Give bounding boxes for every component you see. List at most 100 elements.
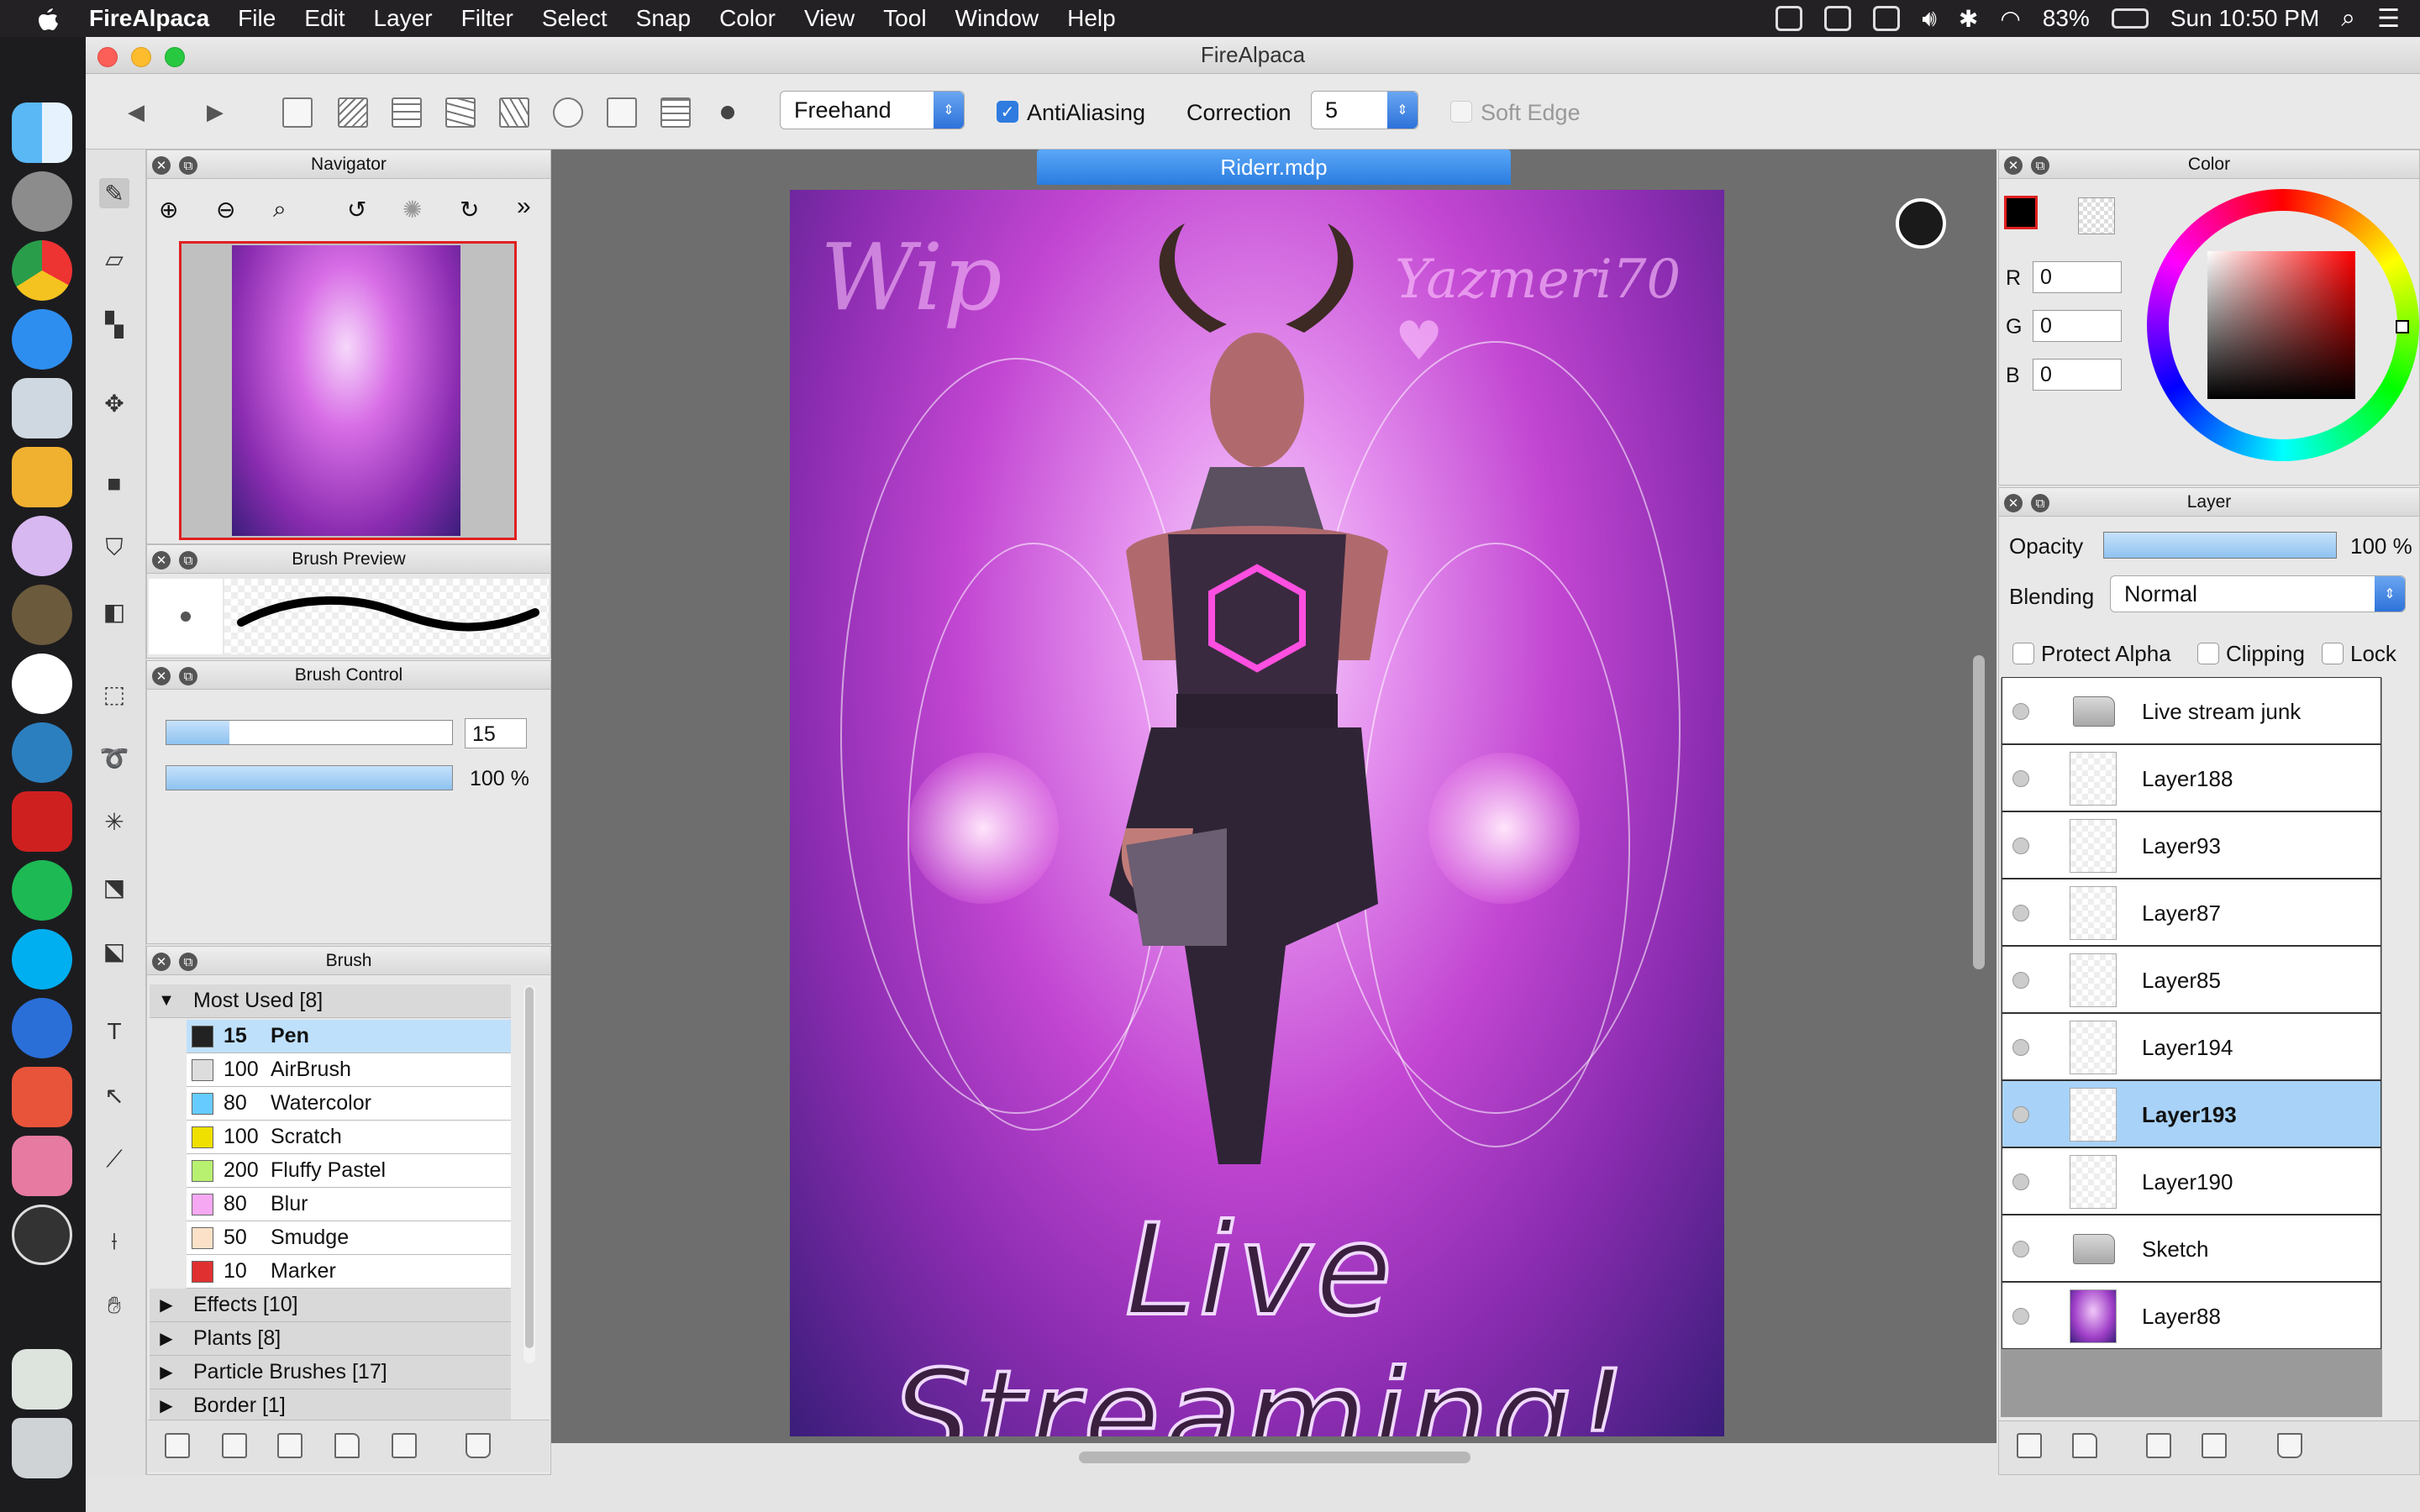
close-icon[interactable]: ✕: [152, 953, 171, 971]
app-menu[interactable]: FireAlpaca: [89, 5, 209, 32]
brush-group[interactable]: ▶ Particle Brushes [17]: [150, 1356, 511, 1389]
rotate-left-icon[interactable]: ↺: [347, 196, 366, 223]
finder-icon[interactable]: [12, 102, 72, 163]
layer-folder-row[interactable]: Sketch: [2002, 1215, 2381, 1282]
brush-size-field[interactable]: 15: [465, 718, 527, 748]
gradient-tool-icon[interactable]: ◧: [99, 596, 129, 627]
g-field[interactable]: 0: [2033, 310, 2122, 342]
soft-edge-checkbox[interactable]: [1450, 101, 1472, 123]
photo-app-icon[interactable]: [12, 1067, 72, 1127]
close-icon[interactable]: ✕: [152, 667, 171, 685]
upload-app-icon[interactable]: [12, 791, 72, 852]
eyedropper-tool-icon[interactable]: ⟊: [99, 1226, 129, 1257]
menu-select[interactable]: Select: [542, 5, 608, 32]
snap-grid-icon[interactable]: [392, 97, 422, 128]
transparent-color-swatch[interactable]: [2078, 197, 2115, 234]
zoom-window-button[interactable]: [165, 47, 185, 67]
layer-row[interactable]: Layer193: [2002, 1080, 2381, 1147]
brush-item[interactable]: 80 Blur: [187, 1188, 511, 1221]
saturation-value-square[interactable]: [2207, 251, 2355, 399]
layer-row[interactable]: Layer194: [2002, 1013, 2381, 1080]
visibility-toggle[interactable]: [2012, 837, 2029, 854]
horizontal-scrollbar[interactable]: [1079, 1452, 1470, 1463]
detach-icon[interactable]: ⧉: [2031, 494, 2049, 512]
visibility-toggle[interactable]: [2012, 1039, 2029, 1056]
visibility-toggle[interactable]: [2012, 770, 2029, 787]
visibility-toggle[interactable]: [2012, 972, 2029, 989]
detach-icon[interactable]: ⧉: [179, 156, 197, 175]
close-icon[interactable]: ✕: [2004, 494, 2023, 512]
eraser-tool-icon[interactable]: ▱: [99, 244, 129, 274]
visibility-toggle[interactable]: [2012, 1173, 2029, 1190]
vertical-scrollbar[interactable]: [1973, 655, 1985, 969]
trash-icon[interactable]: [466, 1433, 491, 1458]
lock-checkbox[interactable]: [2322, 643, 2344, 664]
musescore-icon[interactable]: [12, 722, 72, 783]
alpaca-badge-icon[interactable]: [1896, 198, 1946, 249]
brush-settings-icon[interactable]: [222, 1433, 247, 1458]
layer-opacity-slider[interactable]: [2103, 532, 2337, 559]
menu-file[interactable]: File: [238, 5, 276, 32]
select-eraser-tool-icon[interactable]: ⬕: [99, 936, 129, 966]
layer-row[interactable]: Layer93: [2002, 811, 2381, 879]
menu-help[interactable]: Help: [1067, 5, 1116, 32]
clock[interactable]: Sun 10:50 PM: [2170, 5, 2319, 32]
layer-row[interactable]: Layer190: [2002, 1147, 2381, 1215]
visibility-toggle[interactable]: [2012, 1308, 2029, 1325]
brush-item[interactable]: 200 Fluffy Pastel: [187, 1154, 511, 1188]
artwork-canvas[interactable]: Wip Yazmeri70 ♥ Live Streaming!: [790, 190, 1724, 1436]
antialiasing-checkbox[interactable]: ✓: [997, 101, 1018, 123]
detach-icon[interactable]: ⧉: [179, 551, 197, 570]
r-field[interactable]: 0: [2033, 261, 2122, 293]
blending-select[interactable]: Normal ⇕: [2110, 575, 2406, 612]
detach-icon[interactable]: ⧉: [179, 667, 197, 685]
navigator-preview[interactable]: [179, 241, 517, 540]
new-brush-icon[interactable]: [165, 1433, 190, 1458]
menu-color[interactable]: Color: [719, 5, 776, 32]
skype-icon[interactable]: [12, 929, 72, 990]
apple-icon[interactable]: [30, 2, 64, 35]
snap-parallel-icon[interactable]: [338, 97, 368, 128]
brush-item[interactable]: 15 Pen: [187, 1020, 511, 1053]
hand-tool-icon[interactable]: ✋︎: [99, 1290, 129, 1320]
text-tool-icon[interactable]: T: [99, 1016, 129, 1047]
new-layer-icon[interactable]: [2017, 1433, 2042, 1458]
snap-horizontal-icon[interactable]: [445, 97, 476, 128]
brush-item[interactable]: 80 Watercolor: [187, 1087, 511, 1121]
firealpaca-icon[interactable]: [12, 654, 72, 714]
duplicate-layer-icon[interactable]: [2146, 1433, 2171, 1458]
detach-icon[interactable]: ⧉: [179, 953, 197, 971]
brush-item[interactable]: 10 Marker: [187, 1255, 511, 1289]
zoom-in-icon[interactable]: ⊕: [159, 196, 178, 223]
checkmark-icon[interactable]: [1824, 6, 1852, 31]
volume-icon[interactable]: 🔊︎: [1922, 5, 1937, 33]
menu-view[interactable]: View: [804, 5, 855, 32]
brush-item[interactable]: 100 AirBrush: [187, 1053, 511, 1087]
brush-group[interactable]: ▶ Plants [8]: [150, 1322, 511, 1356]
menu-filter[interactable]: Filter: [461, 5, 513, 32]
divide-tool-icon[interactable]: ⟋: [99, 1144, 129, 1174]
brush-group-most-used[interactable]: ▼ Most Used [8]: [150, 984, 511, 1018]
snap-concentric-icon[interactable]: [553, 97, 583, 128]
shape-mode-select[interactable]: Freehand ⇕: [780, 91, 965, 129]
snap-perspective-icon[interactable]: [499, 97, 529, 128]
pen-tool-icon[interactable]: ✎: [99, 178, 129, 208]
trash-icon[interactable]: [12, 1418, 72, 1478]
photo-booth-icon[interactable]: [12, 1136, 72, 1196]
select-tool-icon[interactable]: ⬚: [99, 679, 129, 709]
layer-row[interactable]: Layer87: [2002, 879, 2381, 946]
menu-snap[interactable]: Snap: [636, 5, 691, 32]
quicktime-icon[interactable]: [12, 998, 72, 1058]
delete-layer-icon[interactable]: [2277, 1433, 2302, 1458]
zoom-out-icon[interactable]: ⊖: [216, 196, 235, 223]
system-preferences-icon[interactable]: [12, 171, 72, 232]
magic-wand-tool-icon[interactable]: ✳: [99, 806, 129, 837]
rotate-reset-icon[interactable]: ✺: [402, 196, 422, 223]
obs-icon[interactable]: [12, 1205, 72, 1265]
close-icon[interactable]: ✕: [2004, 156, 2023, 175]
redo-icon[interactable]: ▶︎: [207, 99, 224, 125]
primary-color-swatch[interactable]: [2004, 196, 2038, 229]
gimp-icon[interactable]: [12, 585, 72, 645]
correction-select[interactable]: 5 ⇕: [1311, 91, 1418, 129]
document-tab[interactable]: Riderr.mdp: [1037, 150, 1511, 185]
